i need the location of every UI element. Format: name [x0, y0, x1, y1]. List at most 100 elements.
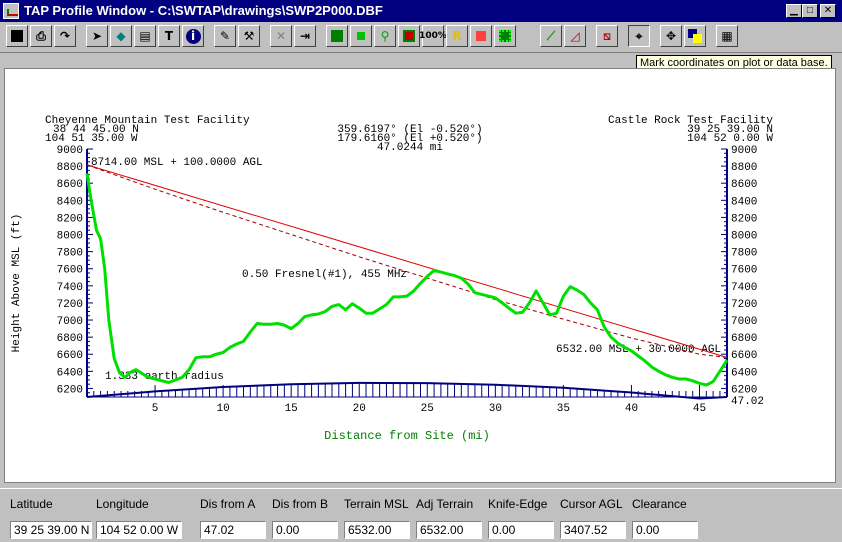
mark-coordinates-button[interactable]: ⌖: [628, 25, 650, 47]
y-axis-label: Height Above MSL (ft): [11, 214, 23, 353]
y-tick-label-right: 7800: [731, 248, 757, 260]
mark-cursor-icon: ⌖: [635, 28, 643, 43]
y-tick-label-right: 8600: [731, 179, 757, 191]
minimize-button[interactable]: ▁: [786, 4, 802, 18]
green-dot-icon: [357, 32, 365, 40]
wrench-icon: ⚒: [243, 29, 255, 43]
dis-from-b-value[interactable]: 0.00: [272, 521, 338, 539]
y-tick-label-right: 6800: [731, 333, 757, 345]
site-icon: ◆: [116, 29, 126, 43]
y-tick-label-right: 6400: [731, 367, 757, 379]
database-button[interactable]: ▤: [134, 25, 156, 47]
green-a-button[interactable]: [326, 25, 348, 47]
cursor-agl-value[interactable]: 3407.52: [560, 521, 626, 539]
mark-red-button[interactable]: [470, 25, 492, 47]
clearance-label: Clearance: [632, 497, 687, 511]
latitude-label: Latitude: [10, 497, 53, 511]
site-a-lon: 104 51 35.00 W: [45, 133, 138, 145]
y-tick-label-left: 7800: [57, 248, 83, 260]
end-distance-label: 47.02: [731, 396, 764, 408]
r-button[interactable]: R: [446, 25, 468, 47]
green-b-button[interactable]: [350, 25, 372, 47]
color-button[interactable]: [684, 25, 706, 47]
latitude-value[interactable]: 39 25 39.00 N: [10, 521, 92, 539]
door-exit-icon: ⇥: [299, 29, 311, 43]
y-tick-label-right: 7600: [731, 265, 757, 277]
site-b-height-label: 6532.00 MSL + 30.0000 AGL: [556, 344, 721, 356]
knife-edge-value[interactable]: 0.00: [488, 521, 554, 539]
x-icon: ✕: [275, 29, 287, 43]
save-button[interactable]: [6, 25, 28, 47]
zoom-100-button[interactable]: 100%: [419, 25, 447, 47]
profile-chart[interactable]: Cheyenne Mountain Test Facility 38 44 45…: [5, 69, 835, 482]
path-distance: 47.0244 mi: [377, 142, 443, 154]
clearance-value[interactable]: 0.00: [632, 521, 698, 539]
no-line-icon: ⧅: [603, 28, 611, 43]
x-tick-label: 30: [489, 403, 502, 415]
longitude-value[interactable]: 104 52 0.00 W: [96, 521, 182, 539]
y-tick-label-left: 6600: [57, 350, 83, 362]
select-button[interactable]: ➤: [86, 25, 108, 47]
pencil-icon: ✎: [219, 29, 231, 43]
y-tick-label-left: 6200: [57, 384, 83, 396]
terrain-msl-label: Terrain MSL: [344, 497, 409, 511]
grid-icon: ▦: [721, 29, 733, 43]
tools-button[interactable]: ⚒: [238, 25, 260, 47]
draw-button[interactable]: ✎: [214, 25, 236, 47]
y-tick-label-right: 6200: [731, 384, 757, 396]
y-tick-label-right: 7400: [731, 282, 757, 294]
info-icon: i: [185, 28, 201, 44]
x-tick-label: 25: [421, 403, 434, 415]
status-bar: Latitude 39 25 39.00 N Longitude 104 52 …: [0, 488, 842, 542]
terrain-msl-value[interactable]: 6532.00: [344, 521, 410, 539]
title-bar: TAP Profile Window - C:\SWTAP\drawings\S…: [0, 0, 842, 22]
y-tick-label-left: 8200: [57, 213, 83, 225]
red-mark-icon: [476, 31, 486, 41]
y-tick-label-right: 8800: [731, 162, 757, 174]
y-tick-label-left: 7600: [57, 265, 83, 277]
dis-from-a-value[interactable]: 47.02: [200, 521, 266, 539]
x-tick-label: 10: [217, 403, 230, 415]
color-squares-icon: [688, 29, 702, 43]
mark-green-button[interactable]: [494, 25, 516, 47]
site-button[interactable]: ◆: [110, 25, 132, 47]
y-tick-label-right: 7200: [731, 299, 757, 311]
app-icon[interactable]: [3, 3, 19, 19]
clear-profile-button[interactable]: ⧅: [596, 25, 618, 47]
x-tick-label: 5: [152, 403, 159, 415]
y-tick-label-right: 8400: [731, 196, 757, 208]
print-button[interactable]: ⎙: [30, 25, 52, 47]
y-tick-label-left: 7200: [57, 299, 83, 311]
area-chart-icon: ◿: [570, 29, 580, 43]
y-tick-label-right: 8200: [731, 213, 757, 225]
adj-terrain-value[interactable]: 6532.00: [416, 521, 482, 539]
x-tick-label: 15: [285, 403, 298, 415]
x-tick-label: 40: [625, 403, 638, 415]
text-button[interactable]: T: [158, 25, 180, 47]
delete-button[interactable]: ✕: [270, 25, 292, 47]
exit-button[interactable]: ⇥: [294, 25, 316, 47]
red-square-button[interactable]: [398, 25, 420, 47]
pan-button[interactable]: ✥: [660, 25, 682, 47]
profile-area-button[interactable]: ◿: [564, 25, 586, 47]
profile-plot[interactable]: Cheyenne Mountain Test Facility 38 44 45…: [4, 68, 836, 483]
x-tick-label: 35: [557, 403, 570, 415]
arrow-curve-icon: ↷: [59, 29, 71, 43]
pointer-icon: ➤: [91, 29, 103, 43]
close-button[interactable]: ✕: [820, 4, 836, 18]
cursor-agl-label: Cursor AGL: [560, 497, 623, 511]
site-b-lon: 104 52 0.00 W: [687, 133, 773, 145]
profile-line-button[interactable]: ⟋: [540, 25, 562, 47]
grid-button[interactable]: ▦: [716, 25, 738, 47]
info-button[interactable]: i: [182, 25, 204, 47]
green-square-icon: [331, 30, 343, 42]
probe-button[interactable]: ⚲: [374, 25, 396, 47]
dis-from-b-label: Dis from B: [272, 497, 329, 511]
probe-icon: ⚲: [380, 29, 390, 43]
toolbar: ⎙ ↷ ➤ ◆ ▤ T i ✎ ⚒ ✕ ⇥ ⚲ 100% R ⟋ ◿ ⧅ ⌖ ✥…: [0, 22, 842, 53]
y-tick-label-left: 7000: [57, 316, 83, 328]
dis-from-a-label: Dis from A: [200, 497, 256, 511]
maximize-button[interactable]: □: [802, 4, 818, 18]
redo-button[interactable]: ↷: [54, 25, 76, 47]
x-axis-label: Distance from Site (mi): [324, 429, 490, 443]
